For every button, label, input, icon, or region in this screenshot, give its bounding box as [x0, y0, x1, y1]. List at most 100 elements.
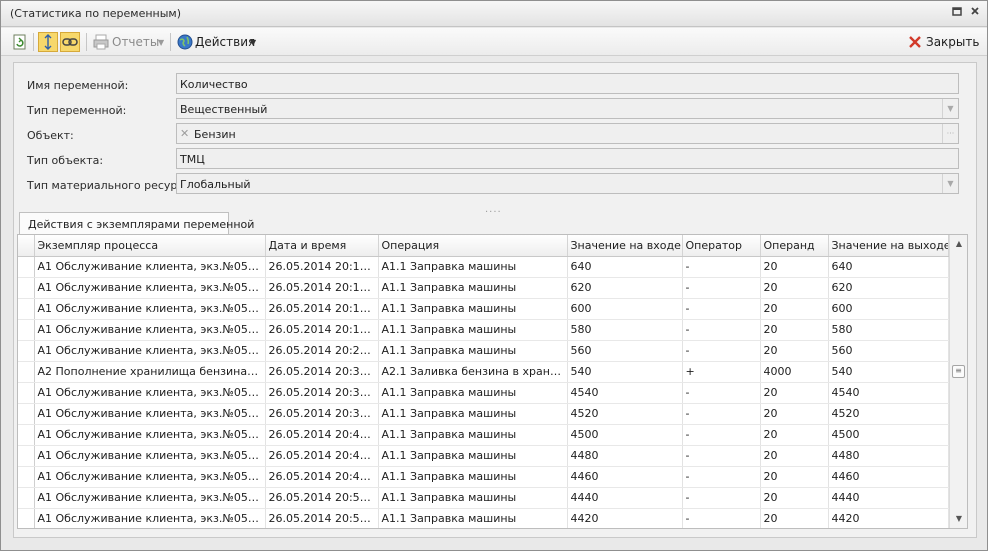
table-cell[interactable]: 540	[567, 361, 683, 383]
table-row[interactable]: A1 Обслуживание клиента, экз.№0578 26.05.…	[18, 466, 949, 488]
table-cell[interactable]: -	[682, 340, 761, 362]
table-row[interactable]: A1 Обслуживание клиента, экз.№0580 26.05.…	[18, 508, 949, 528]
table-cell[interactable]: 26.05.2014 20:11:00	[265, 298, 379, 320]
table-cell[interactable]: 4420	[828, 508, 949, 528]
table-cell[interactable]: -	[682, 403, 761, 425]
table-cell[interactable]: 560	[828, 340, 949, 362]
table-cell[interactable]: 640	[567, 256, 683, 278]
row-indicator[interactable]	[18, 298, 35, 320]
refresh-icon[interactable]	[10, 32, 30, 52]
table-cell[interactable]: 4540	[828, 382, 949, 404]
row-indicator[interactable]	[18, 256, 35, 278]
ellipsis-icon[interactable]: ···	[942, 124, 958, 143]
table-cell[interactable]: -	[682, 424, 761, 446]
table-cell[interactable]: 20	[760, 403, 829, 425]
clear-icon[interactable]: ✕	[180, 127, 189, 140]
table-cell[interactable]: 26.05.2014 20:10:00	[265, 277, 379, 299]
table-cell[interactable]: A2.1 Заливка бензина в хранилище	[378, 361, 568, 383]
table-row[interactable]: A1 Обслуживание клиента, экз.№0569 26.05.…	[18, 256, 949, 278]
row-indicator[interactable]	[18, 277, 35, 299]
table-cell[interactable]: A1.1 Заправка машины	[378, 319, 568, 341]
table-cell[interactable]: A1 Обслуживание клиента, экз.№0575	[34, 403, 266, 425]
row-indicator[interactable]	[18, 445, 35, 467]
object-type-field[interactable]: ТМЦ	[176, 148, 959, 169]
table-cell[interactable]: 4540	[567, 382, 683, 404]
reports-button[interactable]: Отчеты	[112, 35, 159, 49]
table-cell[interactable]: 26.05.2014 20:46:00	[265, 466, 379, 488]
table-cell[interactable]: 20	[760, 298, 829, 320]
chevron-down-icon[interactable]: ▼	[942, 99, 958, 118]
globe-icon[interactable]	[175, 32, 195, 52]
table-cell[interactable]: 4520	[828, 403, 949, 425]
row-indicator[interactable]	[18, 319, 35, 341]
table-cell[interactable]: 26.05.2014 20:11:00	[265, 319, 379, 341]
table-cell[interactable]: -	[682, 508, 761, 528]
table-cell[interactable]: 20	[760, 256, 829, 278]
table-cell[interactable]: -	[682, 256, 761, 278]
table-cell[interactable]: A1.1 Заправка машины	[378, 487, 568, 509]
table-row[interactable]: A1 Обслуживание клиента, экз.№0573 26.05.…	[18, 340, 949, 362]
table-row[interactable]: A1 Обслуживание клиента, экз.№0574 26.05.…	[18, 382, 949, 404]
table-cell[interactable]: 560	[567, 340, 683, 362]
table-cell[interactable]: 26.05.2014 20:42:00	[265, 445, 379, 467]
table-row[interactable]: A1 Обслуживание клиента, экз.№0579 26.05.…	[18, 487, 949, 509]
table-row[interactable]: A1 Обслуживание клиента, экз.№0571 26.05.…	[18, 298, 949, 320]
table-row[interactable]: A1 Обслуживание клиента, экз.№0575 26.05.…	[18, 403, 949, 425]
table-cell[interactable]: 4480	[567, 445, 683, 467]
table-cell[interactable]: 26.05.2014 20:54:00	[265, 487, 379, 509]
row-indicator[interactable]	[18, 361, 35, 383]
table-cell[interactable]: A1 Обслуживание клиента, экз.№0569	[34, 256, 266, 278]
table-cell[interactable]: A1.1 Заправка машины	[378, 277, 568, 299]
table-cell[interactable]: 4460	[828, 466, 949, 488]
object-field[interactable]: ✕ Бензин ···	[176, 123, 959, 144]
table-cell[interactable]: A1.1 Заправка машины	[378, 340, 568, 362]
printer-icon[interactable]	[91, 32, 111, 52]
link-icon[interactable]	[60, 32, 80, 52]
table-cell[interactable]: 20	[760, 487, 829, 509]
table-cell[interactable]: 600	[567, 298, 683, 320]
table-cell[interactable]: 4460	[567, 466, 683, 488]
scroll-thumb[interactable]: ≡	[952, 365, 965, 378]
table-cell[interactable]: A1.1 Заправка машины	[378, 445, 568, 467]
table-cell[interactable]: A1 Обслуживание клиента, экз.№0573	[34, 340, 266, 362]
table-cell[interactable]: 4480	[828, 445, 949, 467]
row-indicator[interactable]	[18, 487, 35, 509]
table-cell[interactable]: -	[682, 466, 761, 488]
scroll-down-icon[interactable]: ▼	[954, 514, 964, 524]
vertical-scrollbar[interactable]: ▲ ≡ ▼	[949, 235, 967, 528]
table-cell[interactable]: 26.05.2014 20:31:00	[265, 382, 379, 404]
column-header[interactable]: Операция	[378, 235, 568, 257]
table-row[interactable]: A2 Пополнение хранилища бензина, экз....…	[18, 361, 949, 383]
actions-button[interactable]: Действия	[195, 35, 255, 49]
column-header[interactable]: Дата и время	[265, 235, 379, 257]
table-cell[interactable]: 26.05.2014 20:10:00	[265, 256, 379, 278]
column-header[interactable]: Значение на выходе	[828, 235, 949, 257]
table-cell[interactable]: A1 Обслуживание клиента, экз.№0576	[34, 424, 266, 446]
chevron-down-icon[interactable]: ▼	[158, 38, 164, 47]
table-cell[interactable]: -	[682, 319, 761, 341]
table-cell[interactable]: 540	[828, 361, 949, 383]
table-cell[interactable]: A1.1 Заправка машины	[378, 424, 568, 446]
tab-instance-actions[interactable]: Действия с экземплярами переменной	[19, 212, 254, 234]
column-header[interactable]: Оператор	[682, 235, 761, 257]
column-header[interactable]: Экземпляр процесса	[34, 235, 266, 257]
chevron-down-icon[interactable]: ▼	[250, 38, 256, 47]
table-row[interactable]: A1 Обслуживание клиента, экз.№0576 26.05.…	[18, 424, 949, 446]
column-header[interactable]: Операнд	[760, 235, 829, 257]
table-cell[interactable]: 20	[760, 424, 829, 446]
table-cell[interactable]: +	[682, 361, 761, 383]
resource-type-select[interactable]: Глобальный ▼	[176, 173, 959, 194]
table-cell[interactable]: A1 Обслуживание клиента, экз.№0580	[34, 508, 266, 528]
table-cell[interactable]: 20	[760, 445, 829, 467]
row-indicator[interactable]	[18, 466, 35, 488]
table-cell[interactable]: A1 Обслуживание клиента, экз.№0574	[34, 382, 266, 404]
table-cell[interactable]: 580	[567, 319, 683, 341]
table-cell[interactable]: 26.05.2014 20:54:00	[265, 508, 379, 528]
table-cell[interactable]: 26.05.2014 20:26:00	[265, 340, 379, 362]
table-cell[interactable]: 620	[567, 277, 683, 299]
table-cell[interactable]: -	[682, 382, 761, 404]
table-cell[interactable]: 4440	[567, 487, 683, 509]
table-cell[interactable]: 4440	[828, 487, 949, 509]
close-button[interactable]: Закрыть	[926, 35, 979, 49]
table-cell[interactable]: A1 Обслуживание клиента, экз.№0579	[34, 487, 266, 509]
